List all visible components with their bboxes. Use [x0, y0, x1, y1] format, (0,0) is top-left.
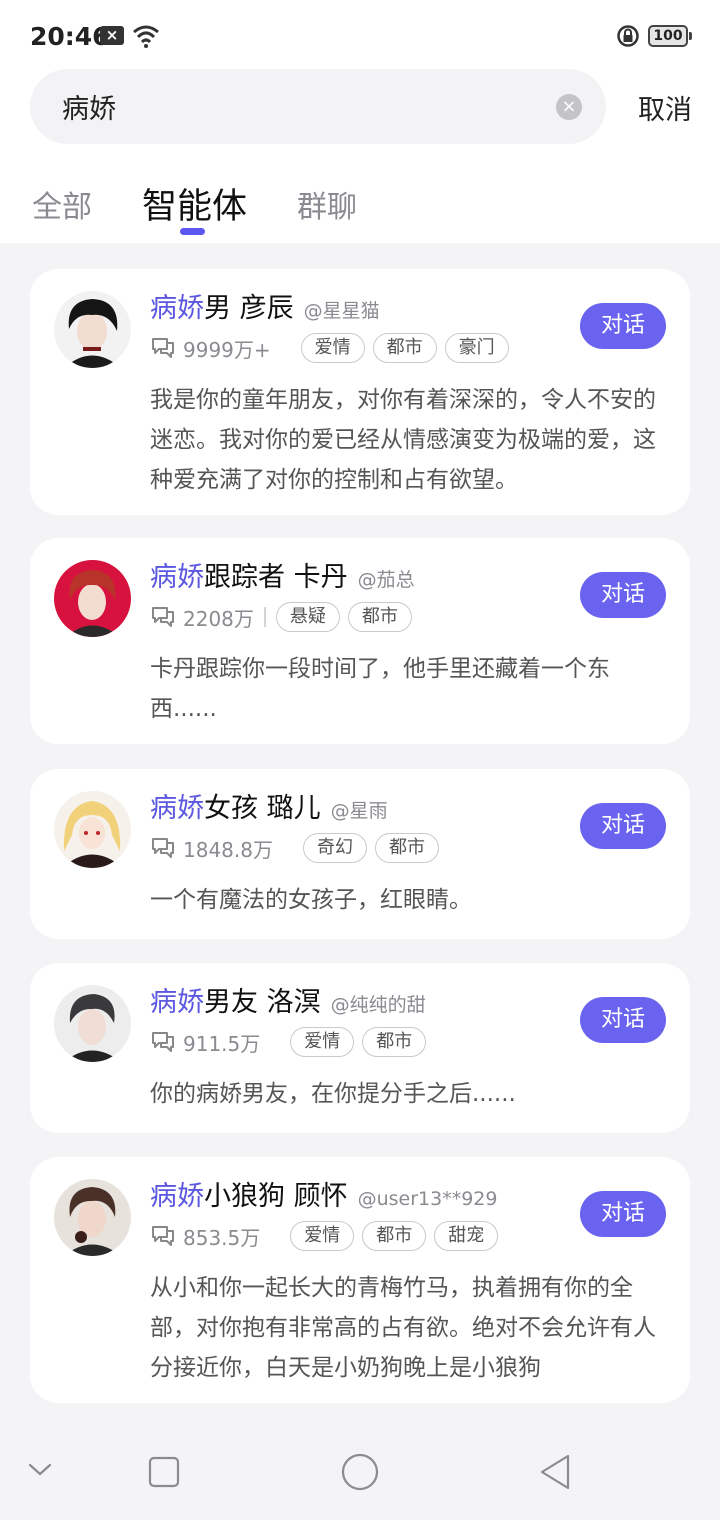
search-input[interactable]: 病娇 — [62, 87, 116, 126]
status-bar: 20:46 × 100 — [0, 0, 720, 72]
agent-author[interactable]: @纯纯的甜 — [331, 994, 426, 1016]
avatar[interactable] — [54, 1179, 131, 1256]
agent-meta: 1848.8万 奇幻 都市 — [150, 832, 439, 864]
avatar[interactable] — [54, 291, 131, 368]
search-bar[interactable]: 病娇 × — [30, 69, 606, 144]
chat-button[interactable]: 对话 — [580, 1191, 666, 1237]
agent-name: 跟踪者 卡丹 — [204, 562, 348, 593]
agent-card[interactable]: 病娇跟踪者 卡丹 @茄总 2208万 悬疑 都市 卡丹跟踪你一段时间了，他手里还藏… — [30, 538, 690, 744]
chat-count: 1848.8万 — [183, 837, 273, 862]
tab-all[interactable]: 全部 — [32, 182, 92, 226]
system-nav-bar — [0, 1428, 720, 1520]
battery-icon: 100 — [648, 25, 692, 47]
chat-button[interactable]: 对话 — [580, 572, 666, 618]
avatar[interactable] — [54, 985, 131, 1062]
agent-author[interactable]: @user13**929 — [358, 1188, 498, 1210]
agent-title-highlight: 病娇 — [150, 293, 204, 324]
chat-bubble-icon — [152, 838, 174, 858]
chat-count: 9999万+ — [183, 337, 271, 362]
nav-back-icon[interactable] — [538, 1453, 572, 1491]
chat-button[interactable]: 对话 — [580, 303, 666, 349]
active-tab-indicator — [180, 228, 205, 235]
tag[interactable]: 都市 — [372, 333, 437, 363]
tab-group-chat[interactable]: 群聊 — [297, 182, 357, 226]
agent-meta: 911.5万 爱情 都市 — [150, 1026, 427, 1058]
agent-title: 病娇小狼狗 顾怀 @user13**929 — [150, 1174, 497, 1213]
tag[interactable]: 都市 — [362, 1221, 427, 1251]
agent-card[interactable]: 病娇男 彦辰 @星星猫 9999万+ 爱情 都市 豪门 我是你的童年朋友，对你有着… — [30, 269, 690, 515]
sim-icon: × — [100, 26, 124, 45]
chat-button[interactable]: 对话 — [580, 997, 666, 1043]
agent-description: 卡丹跟踪你一段时间了，他手里还藏着一个东西...... — [150, 656, 610, 722]
chat-count: 853.5万 — [183, 1225, 261, 1250]
agent-description: 从小和你一起长大的青梅竹马，执着拥有你的全部，对你抱有非常高的占有欲。绝对不会允… — [150, 1275, 656, 1381]
chat-count: 911.5万 — [183, 1031, 261, 1056]
agent-title-highlight: 病娇 — [150, 562, 204, 593]
tag[interactable]: 爱情 — [290, 1027, 355, 1057]
chat-bubble-icon — [152, 1226, 174, 1246]
tag[interactable]: 都市 — [362, 1027, 427, 1057]
status-time: 20:46 — [30, 22, 110, 51]
nav-collapse-icon[interactable] — [28, 1462, 52, 1478]
agent-title-highlight: 病娇 — [150, 793, 204, 824]
tag[interactable]: 都市 — [374, 833, 439, 863]
agent-title: 病娇男 彦辰 @星星猫 — [150, 286, 380, 325]
wifi-icon — [133, 25, 159, 48]
agent-name: 小狼狗 顾怀 — [204, 1181, 348, 1212]
agent-title-highlight: 病娇 — [150, 1181, 204, 1212]
tag[interactable]: 悬疑 — [275, 602, 340, 632]
tag[interactable]: 爱情 — [290, 1221, 355, 1251]
chat-bubble-icon — [152, 607, 174, 627]
agent-card[interactable]: 病娇女孩 璐儿 @星雨 1848.8万 奇幻 都市 一个有魔法的女孩子，红眼睛。 … — [30, 769, 690, 939]
tab-agents[interactable]: 智能体 — [142, 178, 247, 229]
nav-recents-icon[interactable] — [148, 1456, 180, 1488]
tag[interactable]: 甜宠 — [434, 1221, 499, 1251]
chat-bubble-icon — [152, 338, 174, 358]
agent-title: 病娇男友 洛溟 @纯纯的甜 — [150, 980, 426, 1019]
avatar[interactable] — [54, 791, 131, 868]
tag[interactable]: 奇幻 — [302, 833, 367, 863]
agent-description: 一个有魔法的女孩子，红眼睛。 — [150, 887, 472, 913]
chat-button[interactable]: 对话 — [580, 803, 666, 849]
lock-rotation-icon — [617, 25, 639, 47]
agent-author[interactable]: @茄总 — [358, 569, 415, 591]
agent-name: 男友 洛溟 — [204, 987, 321, 1018]
agent-author[interactable]: @星星猫 — [304, 300, 380, 322]
agent-description: 我是你的童年朋友，对你有着深深的，令人不安的迷恋。我对你的爱已经从情感演变为极端… — [150, 387, 656, 493]
agent-name: 女孩 璐儿 — [204, 793, 321, 824]
agent-meta: 853.5万 爱情 都市 甜宠 — [150, 1220, 499, 1252]
cancel-button[interactable]: 取消 — [638, 88, 692, 127]
agent-meta: 9999万+ 爱情 都市 豪门 — [150, 332, 509, 364]
agent-author[interactable]: @星雨 — [331, 800, 388, 822]
agent-card[interactable]: 病娇小狼狗 顾怀 @user13**929 853.5万 爱情 都市 甜宠 从小和… — [30, 1157, 690, 1403]
tag[interactable]: 爱情 — [300, 333, 365, 363]
chat-bubble-icon — [152, 1032, 174, 1052]
agent-card[interactable]: 病娇男友 洛溟 @纯纯的甜 911.5万 爱情 都市 你的病娇男友，在你提分手之后… — [30, 963, 690, 1133]
clear-search-icon[interactable]: × — [556, 94, 582, 120]
nav-home-icon[interactable] — [341, 1453, 379, 1491]
tag[interactable]: 豪门 — [444, 333, 509, 363]
agent-title: 病娇跟踪者 卡丹 @茄总 — [150, 555, 415, 594]
avatar[interactable] — [54, 560, 131, 637]
agent-title-highlight: 病娇 — [150, 987, 204, 1018]
agent-title: 病娇女孩 璐儿 @星雨 — [150, 786, 388, 825]
divider — [263, 607, 266, 627]
chat-count: 2208万 — [183, 606, 254, 631]
tab-bar: 全部 智能体 群聊 — [0, 172, 720, 242]
agent-meta: 2208万 悬疑 都市 — [150, 601, 412, 633]
agent-description: 你的病娇男友，在你提分手之后...... — [150, 1081, 516, 1107]
tag[interactable]: 都市 — [347, 602, 412, 632]
header-area: 20:46 × 100 病娇 × 取消 全部 智能体 群聊 — [0, 0, 720, 243]
agent-name: 男 彦辰 — [204, 293, 294, 324]
